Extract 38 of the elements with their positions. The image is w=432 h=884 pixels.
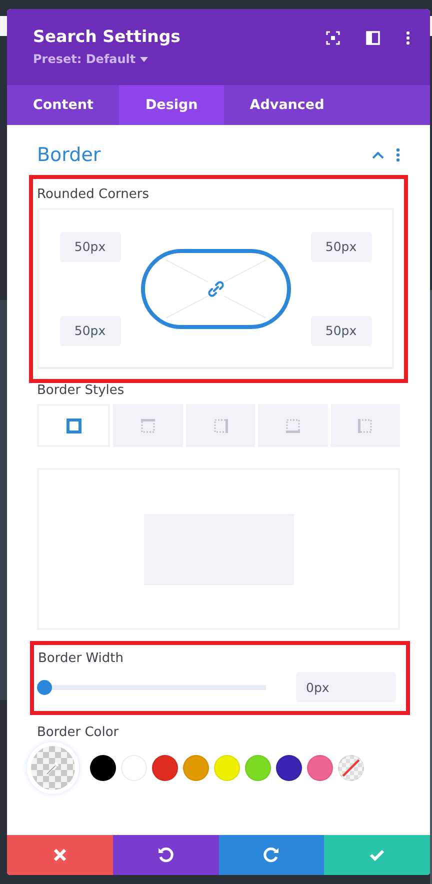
caret-icon bbox=[140, 56, 148, 62]
section-title: Border bbox=[37, 144, 101, 166]
input-field[interactable]: 50px bbox=[60, 316, 120, 346]
undo-icon bbox=[156, 846, 175, 864]
field-label: Rounded Corners bbox=[37, 187, 150, 204]
chevron-icon[interactable] bbox=[372, 151, 384, 159]
more-icon[interactable] bbox=[406, 31, 410, 45]
no-color-swatch[interactable] bbox=[338, 755, 364, 781]
sidebar-icon[interactable] bbox=[366, 31, 380, 45]
undo-button[interactable] bbox=[112, 835, 218, 875]
field-label: Border Styles bbox=[37, 383, 126, 400]
color-swatch[interactable] bbox=[214, 755, 240, 781]
color-swatch[interactable] bbox=[90, 755, 116, 781]
redo-icon bbox=[262, 846, 280, 864]
field-label: Border Width bbox=[38, 651, 124, 668]
color-swatch[interactable] bbox=[152, 755, 178, 781]
border-style-tab[interactable] bbox=[37, 404, 110, 447]
link-icon[interactable] bbox=[206, 280, 224, 298]
color-swatch[interactable] bbox=[276, 755, 302, 781]
redo-button[interactable] bbox=[218, 835, 324, 875]
preset-dropdown[interactable]: Preset: Default bbox=[33, 52, 148, 66]
border-side-icon bbox=[64, 416, 84, 436]
fullscreen-icon[interactable] bbox=[326, 31, 340, 45]
input-field[interactable]: 50px bbox=[310, 316, 372, 346]
more-icon[interactable] bbox=[396, 148, 400, 162]
color-swatch[interactable] bbox=[307, 755, 333, 781]
input-field[interactable]: 0px bbox=[296, 672, 396, 702]
color-picker-button[interactable] bbox=[31, 746, 75, 790]
color-swatch[interactable] bbox=[245, 755, 271, 781]
modal-title: Search Settings bbox=[33, 27, 181, 46]
field-label: Border Color bbox=[37, 725, 120, 742]
color-swatch[interactable] bbox=[183, 755, 209, 781]
input-field[interactable]: 50px bbox=[60, 232, 120, 262]
tab[interactable]: Advanced bbox=[224, 85, 350, 125]
input-field[interactable]: 50px bbox=[310, 232, 372, 262]
tab[interactable]: Design bbox=[119, 85, 224, 125]
tab[interactable]: Content bbox=[7, 85, 120, 125]
slider-thumb[interactable] bbox=[37, 680, 52, 694]
